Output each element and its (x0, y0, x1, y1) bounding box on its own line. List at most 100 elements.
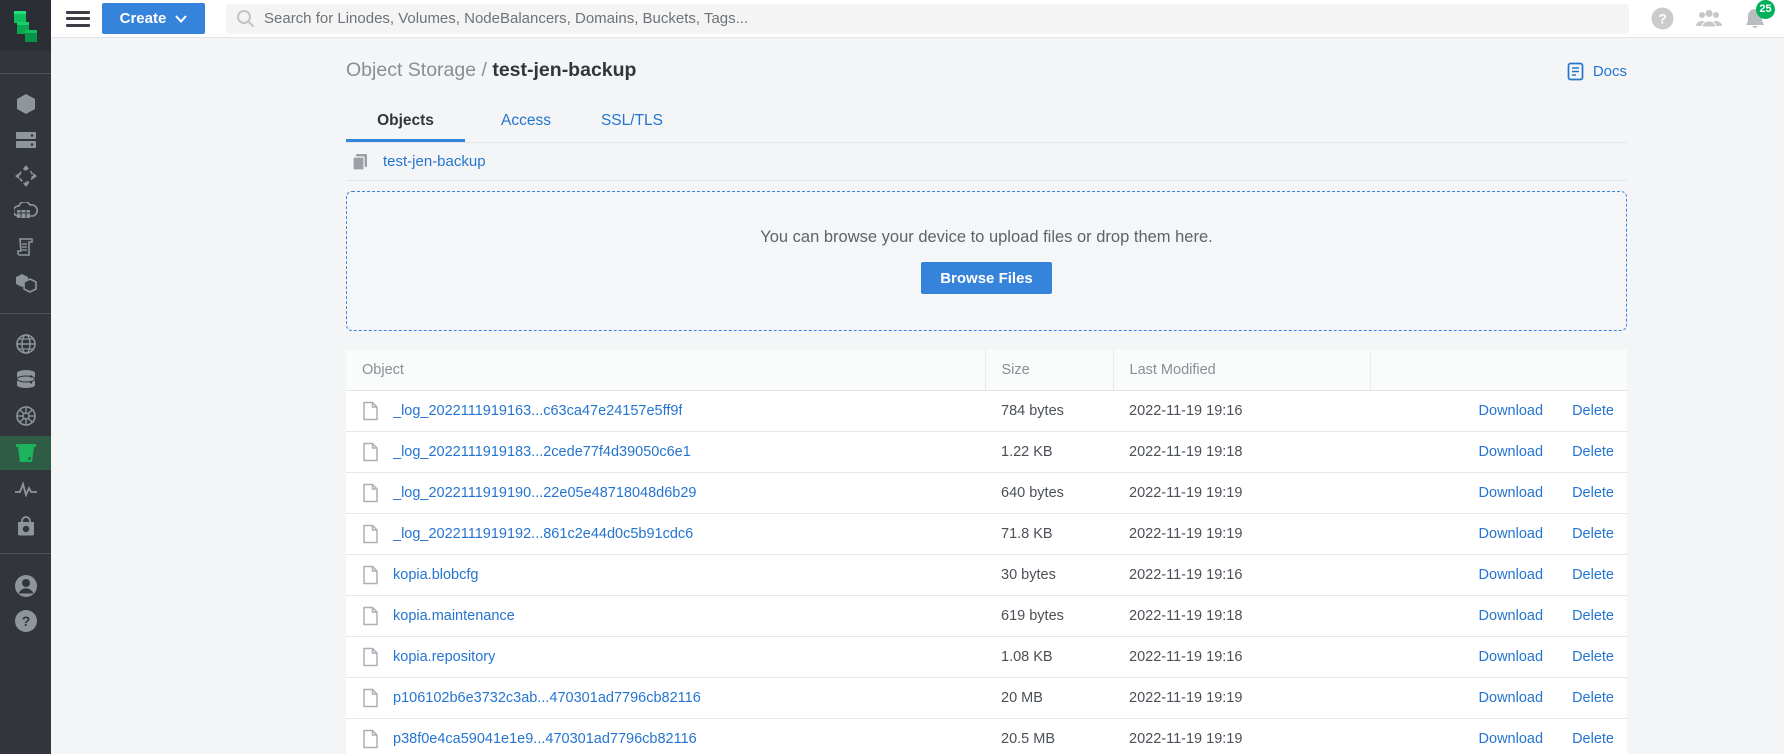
community-button[interactable] (1695, 9, 1723, 29)
object-size: 20.5 MB (985, 718, 1113, 754)
sidebar-item-domains[interactable] (0, 326, 51, 362)
create-button[interactable]: Create (102, 3, 205, 34)
bucket-path-link[interactable]: test-jen-backup (383, 153, 486, 170)
notifications-button[interactable]: 25 (1744, 7, 1766, 31)
table-row: kopia.repository 1.08 KB 2022-11-19 19:1… (346, 636, 1627, 677)
sidebar-item-stackscripts[interactable] (0, 229, 51, 265)
delete-link[interactable]: Delete (1572, 485, 1614, 501)
download-link[interactable]: Download (1479, 731, 1544, 747)
download-link[interactable]: Download (1479, 444, 1544, 460)
object-size: 619 bytes (985, 595, 1113, 636)
table-row: _log_2022111919190...22e05e48718048d6b29… (346, 472, 1627, 513)
column-header-object: Object (346, 350, 985, 390)
column-header-size: Size (985, 350, 1113, 390)
download-link[interactable]: Download (1479, 690, 1544, 706)
object-last-modified: 2022-11-19 19:16 (1113, 636, 1370, 677)
help-icon: ? (13, 608, 39, 634)
longview-icon (14, 481, 38, 497)
delete-link[interactable]: Delete (1572, 649, 1614, 665)
sidebar-divider (0, 313, 51, 314)
delete-link[interactable]: Delete (1572, 526, 1614, 542)
column-header-actions (1370, 350, 1627, 390)
download-link[interactable]: Download (1479, 485, 1544, 501)
sidebar-item-marketplace[interactable] (0, 508, 51, 544)
file-icon (362, 688, 379, 708)
community-people-icon (1695, 9, 1723, 29)
sidebar-item-object-storage[interactable] (0, 436, 51, 470)
file-icon (362, 606, 379, 626)
sidebar-item-volumes[interactable] (0, 122, 51, 158)
delete-link[interactable]: Delete (1572, 731, 1614, 747)
delete-link[interactable]: Delete (1572, 608, 1614, 624)
download-link[interactable]: Download (1479, 567, 1544, 583)
object-name-link[interactable]: kopia.blobcfg (393, 567, 478, 583)
file-icon (362, 565, 379, 585)
search-input[interactable] (264, 10, 1619, 27)
sidebar: ? (0, 0, 51, 754)
docs-link[interactable]: Docs (1566, 62, 1627, 81)
download-link[interactable]: Download (1479, 649, 1544, 665)
tab-access[interactable]: Access (483, 102, 569, 142)
delete-link[interactable]: Delete (1572, 567, 1614, 583)
chevron-down-icon (175, 15, 187, 23)
help-menu-button[interactable]: ? (1651, 7, 1674, 30)
svg-text:?: ? (1658, 11, 1667, 27)
sidebar-item-images[interactable] (0, 265, 51, 301)
tab-ssl-tls[interactable]: SSL/TLS (583, 102, 681, 142)
file-icon (362, 729, 379, 749)
sidebar-item-nodebalancers[interactable] (0, 158, 51, 194)
sidebar-item-account[interactable] (0, 568, 51, 604)
tab-objects[interactable]: Objects (346, 102, 465, 142)
download-link[interactable]: Download (1479, 526, 1544, 542)
object-name-link[interactable]: p106102b6e3732c3ab...470301ad7796cb82116 (393, 690, 701, 706)
volumes-icon (15, 130, 37, 150)
object-name-link[interactable]: _log_2022111919190...22e05e48718048d6b29 (393, 485, 696, 501)
object-name-link[interactable]: p38f0e4ca59041e1e9...470301ad7796cb82116 (393, 731, 697, 747)
breadcrumb-separator: / (476, 59, 492, 81)
hamburger-menu-icon[interactable] (65, 9, 91, 29)
delete-link[interactable]: Delete (1572, 444, 1614, 460)
object-name-link[interactable]: _log_2022111919192...861c2e44d0c5b91cdc6 (393, 526, 693, 542)
table-row: kopia.maintenance 619 bytes 2022-11-19 1… (346, 595, 1627, 636)
object-name-link[interactable]: kopia.maintenance (393, 608, 515, 624)
file-icon (362, 401, 379, 421)
download-link[interactable]: Download (1479, 403, 1544, 419)
upload-dropzone[interactable]: You can browse your device to upload fil… (346, 191, 1627, 331)
file-icon (362, 524, 379, 544)
sidebar-item-help[interactable]: ? (0, 603, 51, 639)
topbar: Create ? 25 (51, 0, 1784, 38)
object-size: 640 bytes (985, 472, 1113, 513)
help-circle-icon: ? (1651, 7, 1674, 30)
object-name-link[interactable]: _log_2022111919163...c63ca47e24157e5ff9f (393, 403, 682, 419)
object-last-modified: 2022-11-19 19:18 (1113, 595, 1370, 636)
download-link[interactable]: Download (1479, 608, 1544, 624)
search-icon (236, 9, 255, 28)
table-row: p106102b6e3732c3ab...470301ad7796cb82116… (346, 677, 1627, 718)
object-last-modified: 2022-11-19 19:19 (1113, 472, 1370, 513)
objects-table: Object Size Last Modified _log_202211191… (346, 350, 1627, 754)
sidebar-item-databases[interactable] (0, 362, 51, 398)
sidebar-item-kubernetes[interactable] (0, 398, 51, 434)
browse-files-button[interactable]: Browse Files (921, 262, 1052, 294)
sidebar-item-linodes[interactable] (0, 86, 51, 122)
object-name-link[interactable]: _log_2022111919183...2cede77f4d39050c6e1 (393, 444, 691, 460)
sidebar-item-longview[interactable] (0, 471, 51, 507)
table-row: _log_2022111919163...c63ca47e24157e5ff9f… (346, 390, 1627, 431)
copy-icon[interactable] (350, 152, 370, 172)
object-last-modified: 2022-11-19 19:19 (1113, 677, 1370, 718)
delete-link[interactable]: Delete (1572, 690, 1614, 706)
search-bar[interactable] (226, 4, 1629, 34)
breadcrumb-section[interactable]: Object Storage (346, 59, 476, 81)
table-row: _log_2022111919183...2cede77f4d39050c6e1… (346, 431, 1627, 472)
object-size: 784 bytes (985, 390, 1113, 431)
sidebar-divider (0, 73, 51, 74)
linode-logo[interactable] (0, 0, 51, 51)
object-name-link[interactable]: kopia.repository (393, 649, 495, 665)
delete-link[interactable]: Delete (1572, 403, 1614, 419)
databases-icon (14, 369, 38, 391)
file-icon (362, 483, 379, 503)
sidebar-item-firewalls[interactable] (0, 193, 51, 229)
column-header-last-modified: Last Modified (1113, 350, 1370, 390)
breadcrumb: Object Storage / test-jen-backup (346, 59, 1627, 82)
tabs-bar: Objects Access SSL/TLS (346, 102, 1627, 143)
